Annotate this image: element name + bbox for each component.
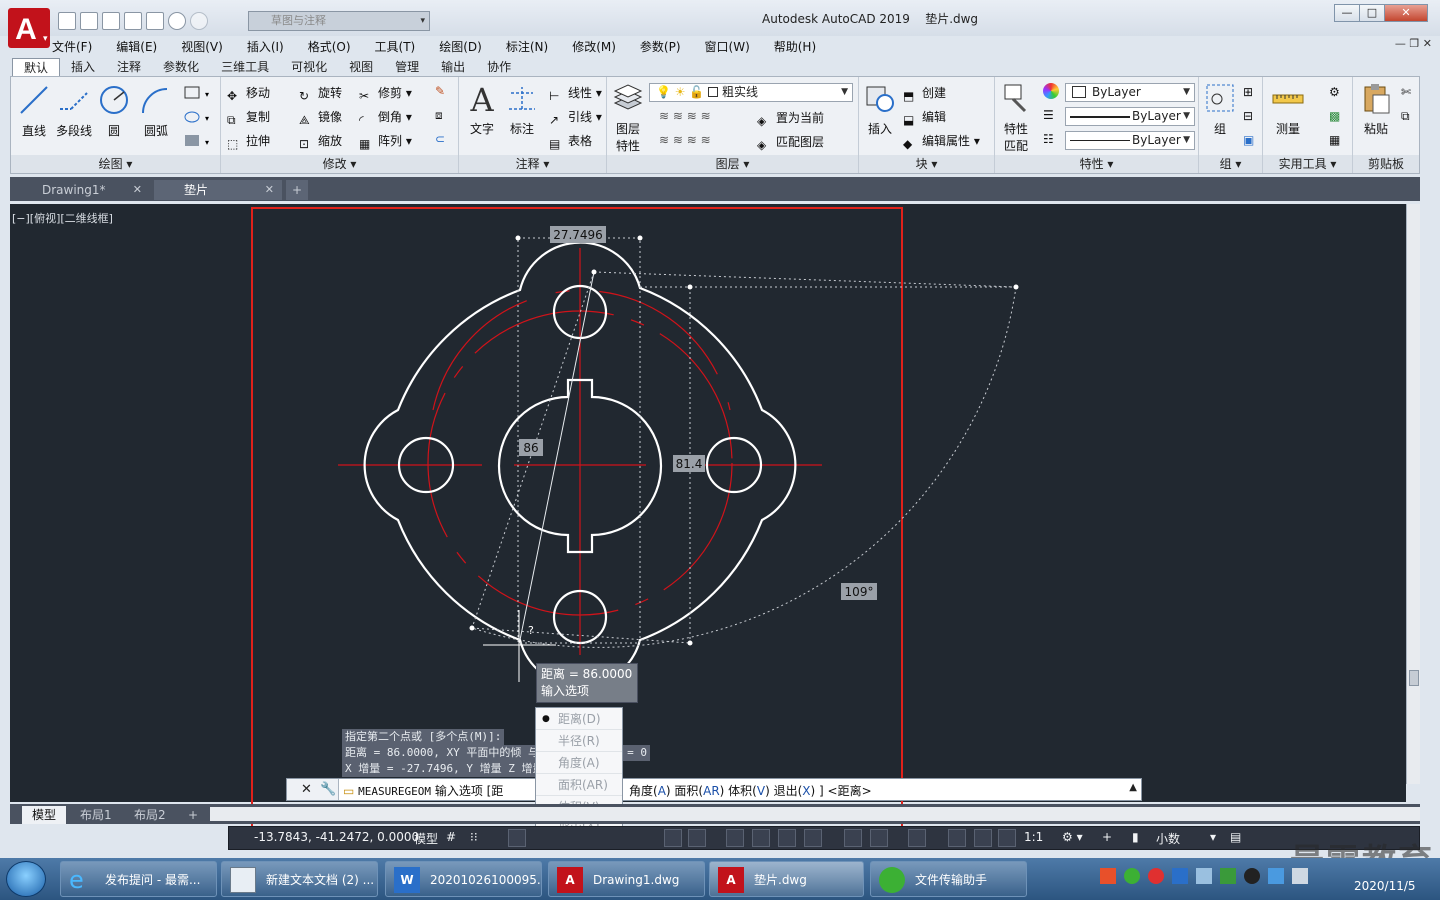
taskbar-item-drawing1[interactable]: A Drawing1.dwg [548,861,705,897]
cloud-icon[interactable] [1268,868,1284,884]
layout-tab-model[interactable]: 模型 [22,806,67,824]
cursor-help-mark: ? [528,624,534,637]
system-clock[interactable]: 2020/11/5 [1354,862,1416,894]
dim-label-angle: 109° [841,583,877,600]
svg-text:109°: 109° [845,585,874,599]
ime-icon[interactable] [1100,868,1116,884]
annotation-scale-icon[interactable] [998,829,1016,847]
transparency-icon[interactable] [752,829,770,847]
wechat-tray-icon[interactable] [1124,868,1140,884]
dim-label-left: 86 [519,439,543,456]
close-command-icon[interactable]: ✕ [301,782,312,797]
option-area[interactable]: 面积(AR) [674,784,724,798]
polar-icon[interactable] [688,829,706,847]
vertical-scrollbar[interactable] [1406,204,1420,784]
ie-icon: e [69,866,84,894]
taskbar-item-notepad[interactable]: 新建文本文档 (2) ... [221,861,378,897]
option-exit[interactable]: 退出(X) [774,784,816,798]
wps-writer-icon: W [394,867,420,893]
security-icon[interactable] [1172,868,1188,884]
menu-item-radius[interactable]: 半径(R) [536,730,622,752]
annotation-scale-value[interactable]: 1:1 [1024,830,1043,844]
coordinate-readout: -13.7843, -41.2472, 0.0000 [254,830,420,844]
selection-cycling-icon[interactable] [778,829,796,847]
snap-icon[interactable]: ⁝⁝ [470,830,478,844]
add-layout-button[interactable]: + [178,806,208,824]
taskbar-item-wechat[interactable]: 文件传输助手 [870,861,1027,897]
drawing-svg: ? 27.7496 86 81.4 109° [251,207,1019,829]
dynamic-ucs-icon[interactable] [844,829,862,847]
command-prompt: ▭ MEASUREGEOM 输入选项 [距 [343,784,504,798]
horizontal-scrollbar[interactable] [210,807,1420,821]
command-line[interactable]: ✕ 🔧 ▭ MEASUREGEOM 输入选项 [距 角度(A) 面积(AR) 体… [286,778,1142,801]
scroll-thumb[interactable] [1409,670,1419,686]
layout-tab-2[interactable]: 布局2 [124,806,176,824]
wechat-icon [879,867,905,893]
workspace-gear-icon[interactable]: ⚙ ▾ [1062,830,1083,844]
qq-icon[interactable] [1244,868,1260,884]
antivirus-icon[interactable] [1220,868,1236,884]
selection-filter-icon[interactable] [870,829,888,847]
menu-item-area[interactable]: 面积(AR) [536,774,622,796]
units-icon: ▮ [1132,830,1139,844]
system-tray [1100,868,1308,884]
svg-text:27.7496: 27.7496 [553,228,603,242]
auto-scale-icon[interactable] [974,829,992,847]
svg-text:81.4: 81.4 [676,457,703,471]
dim-label-right: 81.4 [673,455,705,472]
menu-item-angle[interactable]: 角度(A) [536,752,622,774]
option-angle[interactable]: 角度(A) [629,784,671,798]
3d-osnap-icon[interactable] [804,829,822,847]
ortho-icon[interactable] [664,829,682,847]
command-history-toggle-icon[interactable]: ▲ [1129,782,1137,793]
measure-tooltip: 距离 = 86.0000 输入选项 [536,663,638,703]
units-dropdown-icon[interactable]: ▾ [1210,830,1216,844]
annotation-monitor-icon[interactable]: + [1102,830,1112,844]
grid-icon[interactable]: # [446,830,456,844]
svg-text:86: 86 [523,441,538,455]
dim-label-top: 27.7496 [550,226,606,243]
command-options: 角度(A) 面积(AR) 体积(V) 退出(X) ] <距离> [629,784,872,798]
command-icon: ▭ [343,784,355,798]
autocad-icon: A [718,867,744,893]
layout-tab-1[interactable]: 布局1 [70,806,122,824]
measure-geometry [471,237,1017,648]
taskbar-item-browser[interactable]: e 发布提问 - 最需... [60,861,217,897]
taskbar-item-gasket[interactable]: A 垫片.dwg [709,861,864,897]
weibo-icon[interactable] [1148,868,1164,884]
layout-tabs: 模型 布局1 布局2 + [10,804,1420,824]
option-volume[interactable]: 体积(V) [728,784,770,798]
center-lines [338,248,822,655]
command-line-controls: ✕ 🔧 [287,779,339,800]
units-select[interactable]: 小数 [1156,830,1180,847]
notepad-icon [230,867,256,893]
quick-properties-icon[interactable]: ▤ [1230,830,1241,844]
menu-item-distance[interactable]: 距离(D) [536,708,622,730]
model-space-toggle[interactable]: 模型 [414,830,438,847]
network-icon[interactable] [1196,868,1212,884]
annotation-visibility-icon[interactable] [948,829,966,847]
infer-icon[interactable] [508,829,526,847]
volume-icon[interactable] [1292,868,1308,884]
lineweight-toggle-icon[interactable] [726,829,744,847]
autocad-icon: A [557,867,583,893]
start-button[interactable] [6,861,46,897]
gizmo-icon[interactable] [908,829,926,847]
wrench-icon[interactable]: 🔧 [320,782,336,797]
taskbar-item-wps[interactable]: W 20201026100095... [385,861,542,897]
